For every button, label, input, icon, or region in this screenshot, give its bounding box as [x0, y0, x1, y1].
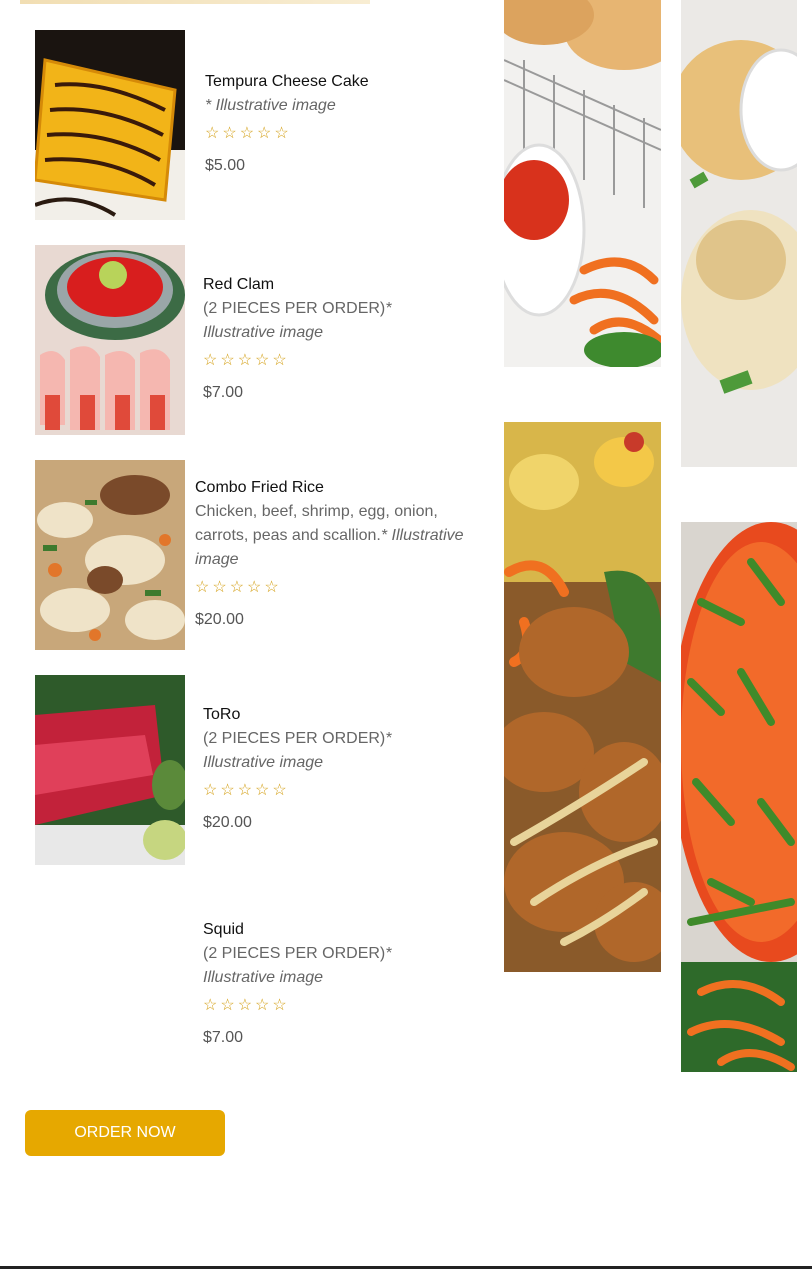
stir-fry-photo [504, 422, 661, 972]
menu-item-info: ToRo (2 PIECES PER ORDER)* Illustrative … [203, 703, 465, 835]
order-now-button[interactable]: ORDER NOW [25, 1110, 225, 1156]
combo-fried-rice-image[interactable] [35, 460, 185, 650]
item-price: $7.00 [203, 384, 244, 401]
item-name[interactable]: Red Clam [203, 273, 465, 297]
rating-stars[interactable]: ☆☆☆☆☆ [203, 349, 465, 373]
rating-stars[interactable]: ☆☆☆☆☆ [195, 576, 465, 600]
item-description: Chicken, beef, shrimp, egg, onion, carro… [195, 503, 464, 568]
item-description: (2 PIECES PER ORDER)* Illustrative image [203, 945, 392, 986]
menu-item-info: Squid (2 PIECES PER ORDER)* Illustrative… [203, 918, 465, 1050]
rating-stars[interactable]: ☆☆☆☆☆ [203, 779, 465, 803]
item-price: $5.00 [205, 157, 246, 174]
item-price: $7.00 [203, 1029, 244, 1046]
item-name[interactable]: ToRo [203, 703, 465, 727]
dumplings-photo [681, 0, 797, 467]
tempura-cheese-cake-image[interactable] [35, 30, 185, 220]
item-description: (2 PIECES PER ORDER)* Illustrative image [203, 300, 392, 341]
toro-image[interactable] [35, 675, 185, 865]
item-name[interactable]: Squid [203, 918, 465, 942]
spring-rolls-photo [504, 0, 661, 367]
item-description: (2 PIECES PER ORDER)* Illustrative image [203, 730, 392, 771]
menu-item-info: Combo Fried Rice Chicken, beef, shrimp, … [195, 476, 465, 632]
menu-item-info: Tempura Cheese Cake * Illustrative image… [205, 70, 465, 178]
curry-soup-photo [681, 522, 797, 1072]
illustrative-note: * Illustrative image [205, 97, 336, 114]
item-price: $20.00 [195, 611, 244, 628]
item-name[interactable]: Tempura Cheese Cake [205, 70, 465, 94]
rating-stars[interactable]: ☆☆☆☆☆ [205, 122, 465, 146]
red-clam-image[interactable] [35, 245, 185, 435]
item-description: * Illustrative image [205, 94, 465, 118]
rating-stars[interactable]: ☆☆☆☆☆ [203, 994, 465, 1018]
item-price: $20.00 [203, 814, 252, 831]
item-name[interactable]: Combo Fried Rice [195, 476, 465, 500]
heading-underline [20, 0, 370, 4]
menu-item-info: Red Clam (2 PIECES PER ORDER)* Illustrat… [203, 273, 465, 405]
